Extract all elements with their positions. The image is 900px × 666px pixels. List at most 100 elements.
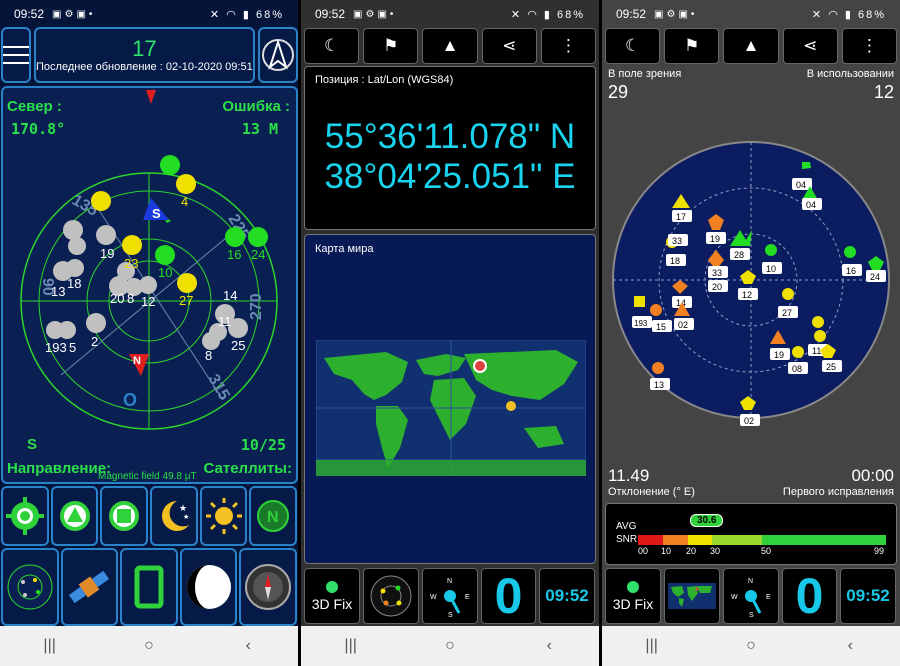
world-map-thumb-icon: [668, 583, 716, 609]
screen-gps-radar: 09:52 ▣⚙▣• ✕ ◠ ▮ 68% 17 Последнее обновл…: [0, 0, 298, 666]
satellite-radar: 135 225 270 315 90 O S N 19 13 18 20 8 1…: [1, 86, 298, 484]
snr-label: SNR: [616, 534, 638, 545]
day-mode-button[interactable]: [199, 486, 248, 546]
more-button[interactable]: ⋮: [841, 28, 898, 64]
compass-dial-button[interactable]: [239, 548, 297, 626]
share-button[interactable]: ⋖: [782, 28, 838, 64]
map-title: Карта мира: [315, 243, 374, 255]
snr-tick-50: 50: [761, 546, 772, 556]
hamburger-icon: [3, 46, 29, 64]
home-icon[interactable]: ○: [430, 637, 470, 655]
waypoint-button[interactable]: [50, 486, 99, 546]
sun-icon: [205, 498, 242, 534]
sat-27: 27: [179, 293, 193, 308]
compass-dial-icon: [245, 564, 292, 610]
satellite-button[interactable]: [60, 548, 119, 626]
in-view-label: В поле зрения: [608, 68, 682, 80]
fix-status-tile[interactable]: 3D Fix: [304, 568, 360, 624]
sky-sat-02b: 02: [744, 416, 754, 426]
moon-phase-icon: [186, 565, 231, 609]
clock-tile[interactable]: 09:52: [539, 568, 595, 624]
sky-sat-04: 04: [796, 180, 806, 190]
sun-position-icon: [506, 401, 516, 411]
satellite-icon: [69, 570, 110, 604]
toolbar: ☾ ⚑ ▲ ⋖ ⋮: [605, 28, 898, 64]
in-view-value: 29: [608, 82, 629, 102]
home-icon[interactable]: ○: [731, 637, 771, 655]
back-icon[interactable]: ‹: [830, 637, 870, 655]
status-time: 09:52: [616, 7, 647, 21]
night-mode-button[interactable]: ★ ★: [150, 486, 198, 546]
share-button[interactable]: ⋖: [481, 28, 537, 64]
recent-apps-icon[interactable]: |||: [30, 637, 70, 655]
satellite-count: 17: [132, 36, 157, 61]
back-icon[interactable]: ‹: [228, 637, 268, 655]
waypoint-icon: [59, 501, 90, 531]
sat-24: 24: [251, 247, 265, 262]
satellite-zero-tile[interactable]: 0: [782, 568, 837, 624]
satellites-label: Сателлиты:: [203, 460, 292, 477]
svg-text:E: E: [465, 594, 470, 601]
navigate-button[interactable]: ▲: [723, 28, 779, 64]
gps-target-button[interactable]: [1, 486, 49, 546]
sky-sat-15: 15: [656, 322, 666, 332]
satellite-zero-tile[interactable]: 0: [481, 568, 536, 624]
home-icon[interactable]: ○: [129, 637, 169, 655]
menu-button[interactable]: [1, 27, 31, 83]
error-label: Ошибка :: [222, 98, 290, 115]
sat-25: 25: [231, 338, 245, 353]
navigate-button[interactable]: ▲: [422, 28, 478, 64]
app-logo-button[interactable]: [257, 27, 298, 83]
compass-north-button[interactable]: N: [249, 486, 298, 546]
person-flag-icon: ⚑: [684, 36, 700, 55]
heading-marker-icon: [146, 90, 156, 104]
more-vertical-icon: ⋮: [559, 36, 577, 55]
share-icon: ⋖: [803, 36, 818, 55]
radar-thumb-button[interactable]: [1, 548, 59, 626]
compass-tile[interactable]: N W E S: [422, 568, 478, 624]
satellite-count-panel: 17 Последнее обновление : 02-10-2020 09:…: [34, 27, 255, 83]
sky-sat-12: 12: [742, 290, 752, 300]
sky-sat-11: 11: [812, 346, 821, 356]
mute-icon: ✕: [209, 8, 222, 21]
snr-avg-value: 30.6: [690, 514, 724, 527]
ring-label-315: 315: [205, 372, 233, 404]
sky-sat-02: 02: [678, 320, 688, 330]
latitude: 55°36'11.078" N: [324, 117, 576, 156]
share-icon: ⋖: [502, 36, 517, 55]
more-button[interactable]: ⋮: [540, 28, 597, 64]
first-fix-label: Первого исправления: [782, 486, 894, 498]
sky-thumb-tile[interactable]: [363, 568, 419, 624]
status-bar: 09:52 ▣⚙▣• ✕ ◠ ▮ 68%: [602, 0, 900, 28]
night-mode-button[interactable]: ☾: [605, 28, 661, 64]
map-thumb-tile[interactable]: [664, 568, 720, 624]
back-icon[interactable]: ‹: [529, 637, 569, 655]
world-map: [316, 340, 586, 476]
snr-tick-20: 20: [686, 546, 697, 556]
recent-apps-icon[interactable]: |||: [632, 637, 672, 655]
svg-text:★: ★: [183, 513, 189, 521]
sat-23: 23: [124, 256, 138, 271]
sat-18: 18: [67, 276, 81, 291]
sat-4: 4: [181, 194, 188, 209]
clock-tile[interactable]: 09:52: [840, 568, 896, 624]
fix-status-tile[interactable]: 3D Fix: [605, 568, 661, 624]
recent-apps-icon[interactable]: |||: [331, 637, 371, 655]
sky-sat-33b: 33: [712, 268, 722, 278]
world-map-panel: Карта мира: [304, 234, 596, 564]
digit-display-button[interactable]: [120, 548, 178, 626]
snr-panel: AVG SNR 30.6 00 10 20 30 50 99: [605, 503, 897, 565]
moon-phase-button[interactable]: [179, 548, 238, 626]
moon-stars-icon: ★★: [161, 501, 189, 531]
snr-gradient-bar: [638, 535, 886, 545]
waypoint-flag-button[interactable]: ⚑: [664, 28, 720, 64]
stop-button[interactable]: [100, 486, 149, 546]
deviation-label: Отклонение (° E): [608, 486, 695, 498]
digit-zero-icon: [134, 565, 164, 609]
waypoint-flag-button[interactable]: ⚑: [363, 28, 419, 64]
more-vertical-icon: ⋮: [860, 36, 878, 55]
sat-14: 14: [223, 288, 237, 303]
compass-tile[interactable]: N W E S: [723, 568, 779, 624]
battery-level: 68%: [556, 8, 585, 21]
night-mode-button[interactable]: ☾: [304, 28, 360, 64]
